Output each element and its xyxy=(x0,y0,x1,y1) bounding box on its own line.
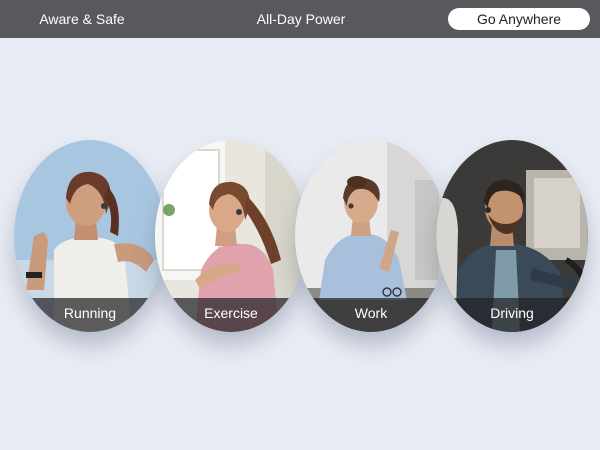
tab-go-anywhere[interactable]: Go Anywhere xyxy=(448,8,590,30)
scenario-panel: Running Exercise Work Driving xyxy=(0,38,600,450)
tab-label: All-Day Power xyxy=(256,11,346,27)
scenario-card-work[interactable]: Work xyxy=(295,140,447,332)
scenario-card-driving[interactable]: Driving xyxy=(436,140,588,332)
card-caption: Work xyxy=(295,298,447,332)
tab-all-day-power[interactable]: All-Day Power xyxy=(240,8,362,30)
top-nav-bar: Aware & Safe All-Day Power Go Anywhere xyxy=(0,0,600,38)
card-caption: Driving xyxy=(436,298,588,332)
scenario-card-running[interactable]: Running xyxy=(14,140,166,332)
tab-label: Aware & Safe xyxy=(39,11,125,27)
card-caption: Exercise xyxy=(155,298,307,332)
tab-aware-safe[interactable]: Aware & Safe xyxy=(22,8,142,30)
card-caption: Running xyxy=(14,298,166,332)
tab-label: Go Anywhere xyxy=(476,11,562,27)
scenario-card-exercise[interactable]: Exercise xyxy=(155,140,307,332)
